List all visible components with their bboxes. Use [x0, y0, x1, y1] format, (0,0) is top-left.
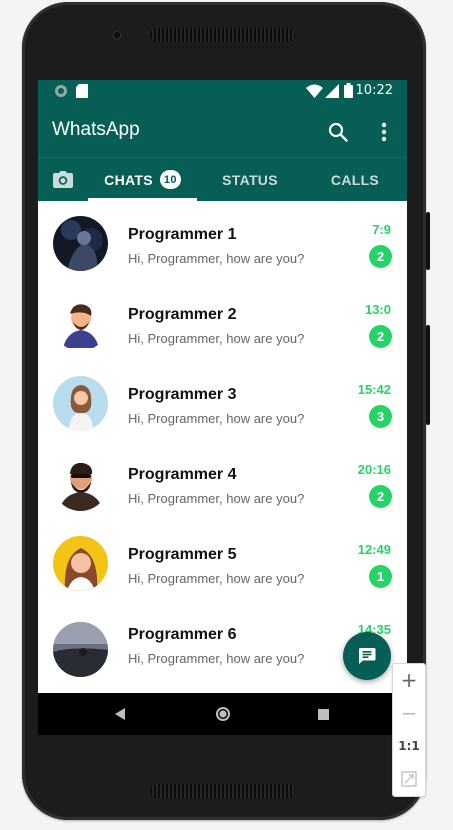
chat-row[interactable]: Programmer 1 Hi, Programmer, how are you…	[38, 200, 407, 280]
zoom-controls: + − 1:1	[392, 663, 426, 797]
chat-message: Hi, Programmer, how are you?	[128, 571, 305, 586]
power-button[interactable]	[426, 325, 430, 425]
chat-time: 7:9	[372, 222, 391, 237]
chat-message: Hi, Programmer, how are you?	[128, 251, 305, 266]
tab-calls-label: CALLS	[330, 171, 380, 188]
volume-button[interactable]	[426, 212, 430, 270]
app-title: WhatsApp	[52, 119, 140, 140]
tab-calls[interactable]: CALLS	[303, 158, 407, 201]
chat-name: Programmer 1	[128, 226, 237, 243]
recents-icon[interactable]	[318, 709, 329, 720]
chat-name: Programmer 4	[128, 466, 237, 483]
sd-card-icon	[76, 84, 88, 98]
avatar	[53, 376, 108, 431]
chat-time: 20:16	[357, 462, 391, 477]
avatar	[53, 456, 108, 511]
avatar	[53, 296, 108, 351]
chat-time: 13:0	[364, 302, 391, 317]
bottom-speaker	[150, 784, 295, 798]
avatar	[53, 216, 108, 271]
tab-bar: CHATS 10 STATUS CALLS	[38, 157, 407, 201]
chat-message: Hi, Programmer, how are you?	[128, 411, 305, 426]
tab-chats-label: CHATS	[104, 171, 153, 188]
front-camera	[112, 30, 122, 40]
tab-chats[interactable]: CHATS 10	[88, 158, 197, 201]
unread-badge: 2	[369, 245, 392, 268]
chat-time: 15:42	[357, 382, 391, 397]
app-bar: WhatsApp	[38, 102, 407, 157]
status-time: 10:22	[355, 83, 393, 98]
chat-row[interactable]: Programmer 5 Hi, Programmer, how are you…	[38, 520, 407, 600]
chat-message: Hi, Programmer, how are you?	[128, 651, 305, 666]
sync-icon	[55, 85, 67, 97]
zoom-out-button[interactable]: −	[393, 701, 425, 725]
zoom-reset-button[interactable]: 1:1	[393, 739, 425, 753]
chat-row[interactable]: Programmer 4 Hi, Programmer, how are you…	[38, 440, 407, 520]
tab-status-label: STATUS	[222, 171, 278, 188]
chat-name: Programmer 2	[128, 306, 237, 323]
back-icon[interactable]	[115, 708, 125, 720]
chat-message: Hi, Programmer, how are you?	[128, 491, 305, 506]
chat-row[interactable]: Programmer 3 Hi, Programmer, how are you…	[38, 360, 407, 440]
chat-name: Programmer 5	[128, 546, 237, 563]
chat-message: Hi, Programmer, how are you?	[128, 331, 305, 346]
wifi-icon	[306, 84, 323, 98]
unread-badge: 2	[369, 485, 392, 508]
fit-screen-icon[interactable]	[401, 771, 417, 787]
more-vert-icon[interactable]	[381, 122, 387, 142]
avatar	[53, 622, 108, 677]
top-speaker	[150, 28, 295, 42]
message-icon	[358, 648, 376, 664]
battery-icon	[344, 83, 353, 98]
unread-badge: 2	[369, 325, 392, 348]
home-icon[interactable]	[215, 706, 231, 722]
unread-badge: 3	[369, 405, 392, 428]
signal-icon	[325, 84, 339, 98]
chats-count-badge: 10	[159, 170, 181, 189]
chat-row[interactable]: Programmer 2 Hi, Programmer, how are you…	[38, 280, 407, 360]
chat-name: Programmer 3	[128, 386, 237, 403]
tab-camera[interactable]	[38, 158, 88, 201]
avatar	[53, 536, 108, 591]
new-chat-button[interactable]	[343, 632, 391, 680]
app-screen: 10:22 WhatsApp CHATS 10 STATUS CALLS Pro…	[38, 80, 407, 735]
search-icon[interactable]	[328, 122, 348, 142]
zoom-in-button[interactable]: +	[393, 668, 425, 692]
tab-status[interactable]: STATUS	[197, 158, 303, 201]
chat-name: Programmer 6	[128, 626, 237, 643]
status-bar: 10:22	[38, 80, 407, 102]
chat-time: 12:49	[357, 542, 391, 557]
system-nav-bar	[38, 693, 407, 735]
unread-badge: 1	[369, 565, 392, 588]
camera-icon	[53, 171, 73, 188]
